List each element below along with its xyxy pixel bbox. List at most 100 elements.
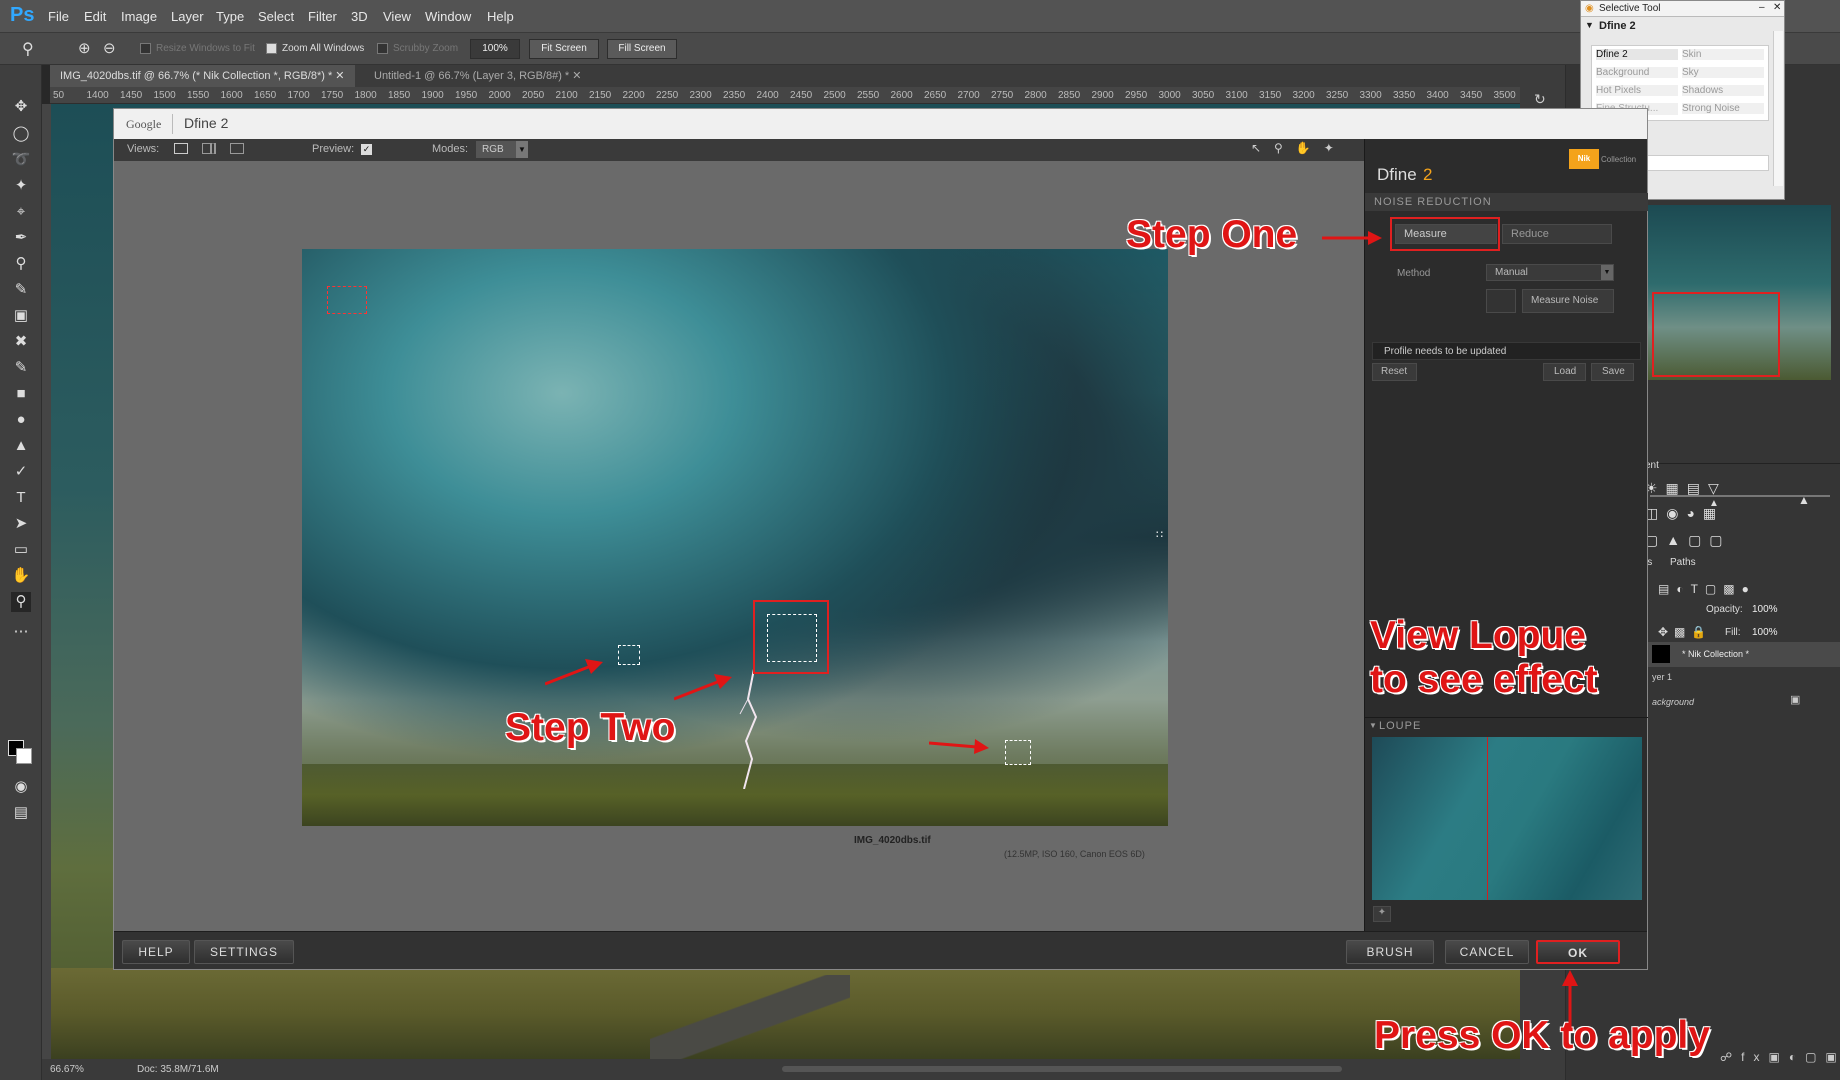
zoom-all-checkbox[interactable] [266,43,277,54]
healing-brush-icon[interactable]: ⚲ [11,254,31,274]
history-panel-icon[interactable]: ↻ [1534,91,1546,108]
tab-untitled-1[interactable]: Untitled-1 @ 66.7% (Layer 3, RGB/8#) * ✕ [364,65,591,87]
fill-value[interactable]: 100% [1752,627,1778,638]
collapse-icon[interactable]: ▼ [1585,20,1594,30]
marquee-tool-icon[interactable]: ◯ [11,124,31,144]
type-tool-icon[interactable]: T [11,488,31,508]
menu-help[interactable]: Help [487,9,514,24]
settings-button[interactable]: SETTINGS [194,940,294,964]
resize-windows-checkbox[interactable] [140,43,151,54]
cancel-button[interactable]: CANCEL [1445,940,1529,964]
lock-icons[interactable]: ✥▩🔒 [1658,625,1712,639]
adjustment-icons-row-2[interactable]: ◫◉◕▦ [1645,505,1724,522]
measure-noise-button[interactable]: Measure Noise [1522,289,1614,313]
menu-select[interactable]: Select [258,9,294,24]
menu-edit[interactable]: Edit [84,9,106,24]
layer-footer-icons[interactable]: ☍fx▣◐▢▣♲ [1720,1050,1840,1064]
navigation-tool-icons[interactable]: ↖⚲✋✦ [1251,141,1347,155]
measure-region-2[interactable] [618,645,640,665]
adjustment-icons-row-1[interactable]: ☀▦▤▽ [1645,480,1727,497]
layer-row-nik[interactable]: * Nik Collection * [1646,642,1840,667]
paint-bucket-icon[interactable]: ■ [11,384,31,404]
scrubby-zoom-checkbox[interactable] [377,43,388,54]
loupe-header[interactable]: ▼ LOUPE [1365,717,1648,733]
brush-button[interactable]: BRUSH [1346,940,1434,964]
menu-file[interactable]: File [48,9,69,24]
zoom-tool-icon[interactable]: ⚲ [22,39,34,59]
method-select[interactable]: Manual [1486,264,1614,281]
split-view-icon[interactable] [202,143,216,154]
more-tools-icon[interactable]: ⋯ [11,622,31,642]
blur-tool-icon[interactable]: ● [11,410,31,430]
reduce-tab[interactable]: Reduce [1502,224,1612,244]
pin-icon[interactable]: ✦ [1373,906,1391,922]
filter-item-shadows[interactable]: Shadows [1682,85,1764,96]
side-by-side-icon[interactable] [230,143,244,154]
measure-region-1[interactable] [327,286,367,314]
menu-layer[interactable]: Layer [171,9,204,24]
measure-noise-tool-icon[interactable] [1486,289,1516,313]
clone-stamp-icon[interactable]: ▣ [11,306,31,326]
quick-select-icon[interactable]: ✦ [11,176,31,196]
fill-screen-button[interactable]: Fill Screen [607,39,677,59]
minimize-icon[interactable]: – [1759,2,1765,13]
reset-button[interactable]: Reset [1372,363,1417,381]
filter-item-strong-noise[interactable]: Strong Noise [1682,103,1764,114]
screen-mode-icon[interactable]: ▤ [11,803,31,823]
navigator-view-box[interactable] [1652,292,1780,377]
filter-item-dfine[interactable]: Dfine 2 [1596,49,1678,60]
fit-screen-button[interactable]: Fit Screen [529,39,599,59]
layer-name[interactable]: yer 1 [1652,672,1672,682]
paths-tab[interactable]: Paths [1670,557,1696,568]
menu-window[interactable]: Window [425,9,471,24]
pen-tool-icon[interactable]: ✓ [11,462,31,482]
filter-item-hot-pixels[interactable]: Hot Pixels [1596,85,1678,96]
adjustment-icons-row-3[interactable]: ▢▲▢▢ [1645,532,1731,549]
menu-type[interactable]: Type [216,9,244,24]
collapse-icon[interactable]: ▼ [1369,721,1377,730]
help-button[interactable]: HELP [122,940,190,964]
lasso-tool-icon[interactable]: ➰ [11,150,31,170]
path-select-icon[interactable]: ➤ [11,514,31,534]
horizontal-scrollbar[interactable] [782,1066,1342,1072]
ok-button[interactable]: OK [1536,940,1620,964]
close-icon[interactable]: ✕ [1773,2,1781,13]
crop-tool-icon[interactable]: ⌖ [11,202,31,222]
resize-handle-icon[interactable]: ∷ [1156,528,1163,541]
move-tool-icon[interactable]: ✥ [11,97,31,117]
single-view-icon[interactable] [174,143,188,154]
zoom-large-icon[interactable]: ▲ [1798,493,1810,507]
chevron-down-icon[interactable]: ▼ [516,141,528,158]
save-button[interactable]: Save [1591,363,1634,381]
menu-filter[interactable]: Filter [308,9,337,24]
brush-tool-icon[interactable]: ✎ [11,280,31,300]
preview-checkbox[interactable]: ✓ [361,144,372,155]
menu-view[interactable]: View [383,9,411,24]
tab-img-4020[interactable]: IMG_4020dbs.tif @ 66.7% (* Nik Collectio… [50,65,355,87]
selective-tool-scrollbar[interactable] [1773,31,1783,186]
menu-3d[interactable]: 3D [351,9,368,24]
zoom-in-icon[interactable]: ⊕ [78,39,91,57]
loupe-view[interactable] [1372,737,1642,900]
opacity-value[interactable]: 100% [1752,604,1778,615]
quick-mask-icon[interactable]: ◉ [11,777,31,797]
hand-tool-icon[interactable]: ✋ [11,566,31,586]
zoom-percent-field[interactable]: 100% [470,39,520,59]
menu-image[interactable]: Image [121,9,157,24]
preview-image[interactable]: ∷ [302,249,1168,826]
shape-tool-icon[interactable]: ▭ [11,540,31,560]
filter-item-background[interactable]: Background [1596,67,1678,78]
layer-name[interactable]: ackground [1652,697,1694,707]
background-color-swatch[interactable] [16,748,32,764]
filter-item-sky[interactable]: Sky [1682,67,1764,78]
load-button[interactable]: Load [1543,363,1586,381]
filter-item-skin[interactable]: Skin [1682,49,1764,60]
zoom-tool-icon[interactable]: ⚲ [11,592,31,612]
measure-region-4[interactable] [1005,740,1031,765]
dodge-tool-icon[interactable]: ▲ [11,436,31,456]
eyedropper-icon[interactable]: ✒ [11,228,31,248]
layer-filter-icons[interactable]: ▤◐T▢▩● [1658,582,1756,596]
zoom-out-icon[interactable]: ⊖ [103,39,116,57]
history-brush-icon[interactable]: ✖ [11,332,31,352]
chevron-down-icon[interactable]: ▼ [1601,265,1613,280]
